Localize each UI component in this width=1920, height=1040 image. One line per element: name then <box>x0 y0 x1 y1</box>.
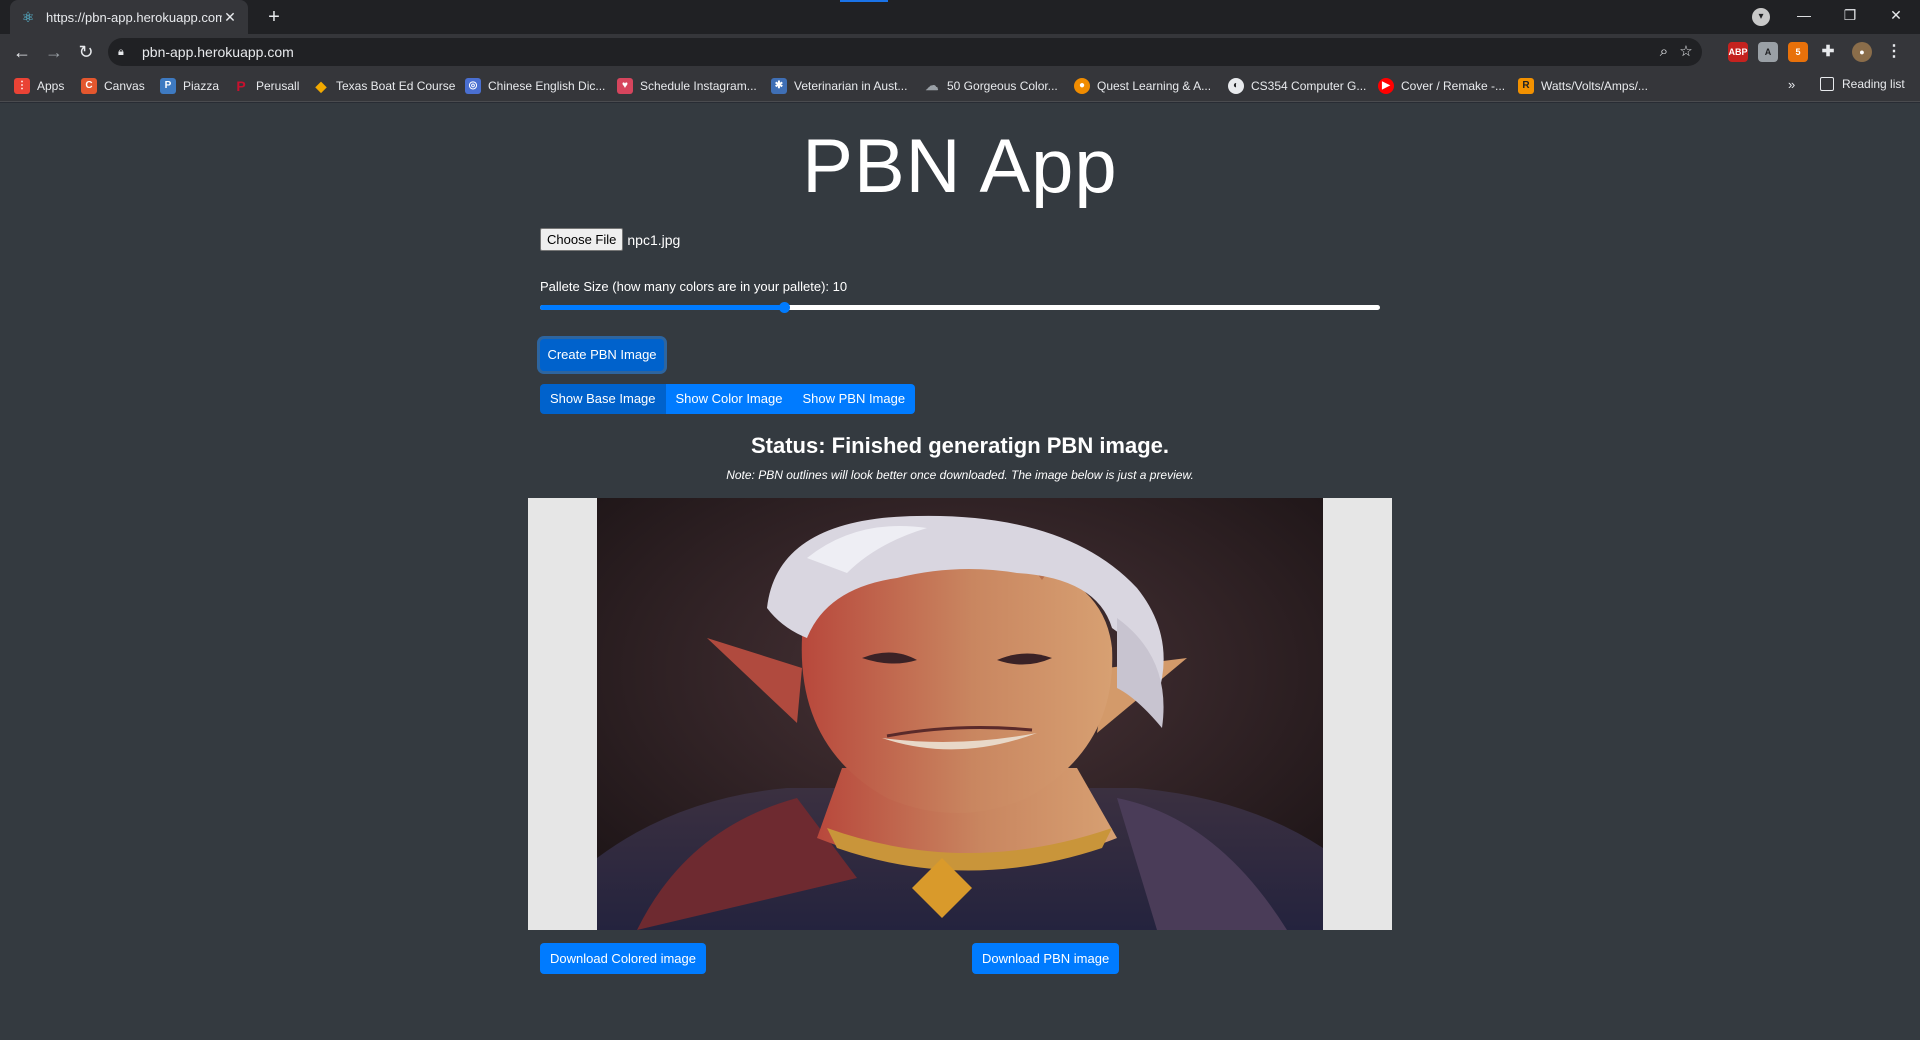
tab-title: https://pbn-app.herokuapp.com <box>46 9 222 25</box>
bookmark-colors[interactable]: ☁ 50 Gorgeous Color... <box>924 77 1058 95</box>
bookmark-label: Canvas <box>104 79 145 93</box>
tab-strip: ⚛ https://pbn-app.herokuapp.com ✕ + ▾ — … <box>0 0 1920 34</box>
browser-toolbar: ← → ↻ 🔒︎ pbn-app.herokuapp.com ⌕ ☆ ABP A… <box>0 34 1920 70</box>
url-text[interactable]: pbn-app.herokuapp.com <box>142 44 294 60</box>
slider-fill <box>540 305 784 310</box>
bookmark-vet[interactable]: ✱ Veterinarian in Aust... <box>771 77 907 95</box>
globe-icon: ◐ <box>1228 78 1244 94</box>
perusall-icon: P <box>236 78 246 94</box>
tab-indicator <box>840 0 888 2</box>
menu-icon[interactable]: ⋮ <box>1884 42 1904 62</box>
dictionary-icon: ◎ <box>465 78 481 94</box>
download-pbn-button[interactable]: Download PBN image <box>972 943 1120 974</box>
bookmark-dictionary[interactable]: ◎ Chinese English Dic... <box>465 77 605 95</box>
apps-grid-icon: ⋮ <box>14 78 30 94</box>
file-upload: Choose File npc1.jpg <box>540 228 680 251</box>
address-bar[interactable]: 🔒︎ pbn-app.herokuapp.com ⌕ ☆ <box>108 38 1702 66</box>
close-icon[interactable]: ✕ <box>222 9 238 26</box>
bookmark-label: Cover / Remake -... <box>1401 79 1506 93</box>
tab-search-icon[interactable]: ▾ <box>1752 8 1770 26</box>
portrait-illustration <box>597 498 1323 930</box>
pbn-preview-image <box>597 498 1323 930</box>
react-icon: ⚛ <box>21 9 35 25</box>
lock-icon[interactable]: 🔒︎ <box>118 44 132 60</box>
bookmark-label: Texas Boat Ed Course <box>336 79 456 93</box>
bookmark-label: CS354 Computer G... <box>1251 79 1367 93</box>
piazza-icon: P <box>160 78 176 94</box>
schedule-icon: ♥ <box>617 78 633 94</box>
extension-icon[interactable]: A <box>1758 42 1778 62</box>
bookmark-label: Watts/Volts/Amps/... <box>1541 79 1648 93</box>
bookmark-watts[interactable]: R Watts/Volts/Amps/... <box>1518 77 1648 95</box>
vet-icon: ✱ <box>771 78 787 94</box>
extension-badge-icon[interactable]: 5 <box>1788 42 1808 62</box>
file-name: npc1.jpg <box>627 231 681 248</box>
window-close-button[interactable]: ✕ <box>1873 0 1919 30</box>
reading-list-label: Reading list <box>1842 77 1905 91</box>
reading-list-button[interactable]: Reading list <box>1820 77 1905 91</box>
avatar[interactable]: ● <box>1852 42 1872 62</box>
color-icon: ☁ <box>925 78 939 93</box>
download-colored-button[interactable]: Download Colored image <box>540 943 706 974</box>
bookmarks-bar: ⋮ Apps C Canvas P Piazza P Perusall ◆ Texas B… <box>0 70 1920 102</box>
bookmark-label: Apps <box>37 79 65 93</box>
new-tab-button[interactable]: + <box>262 5 286 29</box>
show-color-image-button[interactable]: Show Color Image <box>665 384 793 414</box>
show-base-image-button[interactable]: Show Base Image <box>540 384 666 414</box>
back-button[interactable]: ← <box>10 40 34 64</box>
bookmark-apps[interactable]: ⋮ Apps <box>14 77 64 95</box>
palette-size-label: Pallete Size (how many colors are in you… <box>540 279 848 294</box>
preview-note: Note: PBN outlines will look better once… <box>726 468 1194 482</box>
quest-icon: ● <box>1074 78 1090 94</box>
bookmark-label: 50 Gorgeous Color... <box>947 79 1058 93</box>
bookmark-cs354[interactable]: ◐ CS354 Computer G... <box>1228 77 1366 95</box>
slider-thumb[interactable] <box>778 302 790 313</box>
bookmark-canvas[interactable]: C Canvas <box>81 77 145 95</box>
adblock-icon[interactable]: ABP <box>1728 42 1748 62</box>
boat-ed-icon: ◆ <box>315 78 327 94</box>
choose-file-button[interactable]: Choose File <box>540 228 624 251</box>
minimize-button[interactable]: — <box>1781 0 1827 30</box>
bookmark-cover[interactable]: ▶ Cover / Remake -... <box>1378 77 1505 95</box>
image-preview <box>528 498 1392 930</box>
bookmark-boat-ed[interactable]: ◆ Texas Boat Ed Course <box>313 77 456 95</box>
create-pbn-button[interactable]: Create PBN Image <box>540 339 664 371</box>
youtube-icon: ▶ <box>1378 78 1394 94</box>
bookmark-label: Piazza <box>183 79 220 93</box>
view-toggle-group: Show Base Image Show Color Image Show PB… <box>540 384 916 414</box>
bookmark-label: Veterinarian in Aust... <box>794 79 908 93</box>
bookmark-star-icon[interactable]: ☆ <box>1676 42 1696 62</box>
page-content: PBN App Choose File npc1.jpg Pallete Siz… <box>0 103 1920 1040</box>
bookmark-piazza[interactable]: P Piazza <box>160 77 219 95</box>
bookmark-label: Schedule Instagram... <box>640 79 757 93</box>
bookmark-quest[interactable]: ● Quest Learning & A... <box>1074 77 1211 95</box>
r-icon: R <box>1518 78 1534 94</box>
bookmark-label: Chinese English Dic... <box>488 79 606 93</box>
palette-size-slider[interactable] <box>540 302 1380 313</box>
more-bookmarks-button[interactable]: » <box>1788 77 1795 92</box>
status-text: Status: Finished generatign PBN image. <box>750 433 1170 458</box>
canvas-icon: C <box>81 78 97 94</box>
reload-button[interactable]: ↻ <box>74 40 98 64</box>
show-pbn-image-button[interactable]: Show PBN Image <box>792 384 916 414</box>
forward-button[interactable]: → <box>42 40 66 64</box>
bookmark-perusall[interactable]: P Perusall <box>233 77 299 95</box>
bookmark-label: Quest Learning & A... <box>1097 79 1212 93</box>
page-title: PBN App <box>802 124 1118 209</box>
reading-list-icon <box>1820 77 1834 91</box>
bookmark-schedule[interactable]: ♥ Schedule Instagram... <box>617 77 757 95</box>
zoom-icon[interactable]: ⌕ <box>1654 42 1674 62</box>
bookmark-label: Perusall <box>256 79 300 93</box>
restore-button[interactable]: ❐ <box>1827 0 1873 30</box>
puzzle-icon[interactable]: ✚ <box>1818 42 1838 62</box>
browser-tab[interactable]: ⚛ https://pbn-app.herokuapp.com ✕ <box>10 0 248 34</box>
